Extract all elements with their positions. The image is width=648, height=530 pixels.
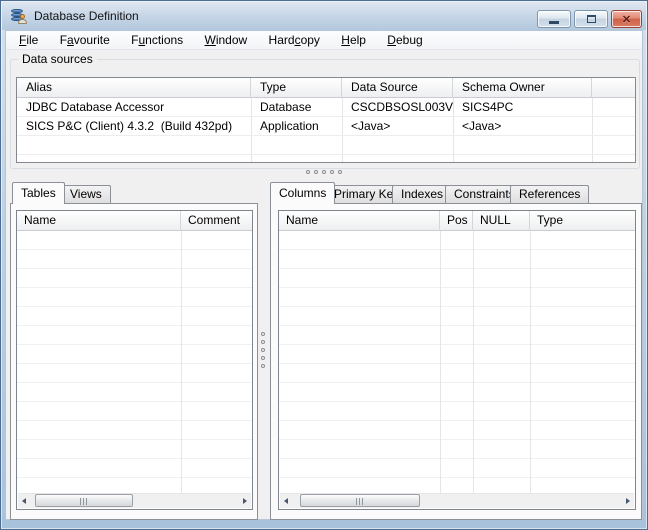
scrollbar-thumb[interactable] [35, 494, 133, 507]
minimize-button[interactable] [537, 10, 571, 28]
horizontal-splitter-handle[interactable] [306, 170, 342, 174]
tables-horizontal-scrollbar[interactable] [18, 493, 251, 508]
cell-data-source: CSCDBSOSL003V [351, 100, 453, 114]
cell-data-source: <Java> [351, 119, 391, 133]
tables-grid: Name Comment [16, 210, 253, 510]
menu-debug[interactable]: Debug [378, 31, 431, 50]
menu-file[interactable]: File [10, 31, 47, 50]
vertical-splitter-handle[interactable] [261, 332, 265, 368]
column-divider [530, 231, 531, 493]
table-row[interactable]: SICS P&C (Client) 4.3.2 (Build 432pd) Ap… [17, 117, 635, 136]
close-icon: ✕ [621, 14, 632, 26]
header-type[interactable]: Type [530, 211, 635, 231]
app-window: Database Definition ✕ File Favourite Fun… [0, 0, 648, 530]
columns-grid-body[interactable] [279, 231, 635, 493]
tables-pane: Name Comment [10, 203, 258, 520]
tab-tables[interactable]: Tables [12, 182, 65, 204]
cell-type: Application [260, 119, 319, 133]
header-comment[interactable]: Comment [181, 211, 252, 231]
data-sources-label: Data sources [18, 52, 97, 66]
client-area: File Favourite Functions Window Hardcopy… [5, 30, 643, 520]
column-divider [181, 231, 182, 493]
cell-type: Database [260, 100, 312, 114]
header-alias[interactable]: Alias [17, 78, 251, 98]
header-name[interactable]: Name [279, 211, 440, 231]
tab-indexes[interactable]: Indexes [392, 185, 453, 203]
scroll-right-button[interactable] [236, 494, 251, 508]
column-divider [473, 231, 474, 493]
columns-pane: Name Pos NULL Type [270, 203, 642, 520]
header-name[interactable]: Name [17, 211, 181, 231]
maximize-button[interactable] [574, 10, 608, 28]
right-arrow-icon [626, 498, 630, 504]
tables-grid-header: Name Comment [17, 211, 252, 231]
tab-columns[interactable]: Columns [270, 182, 336, 204]
header-null[interactable]: NULL [473, 211, 530, 231]
tab-views[interactable]: Views [61, 185, 111, 203]
column-divider [440, 231, 441, 493]
left-arrow-icon [22, 498, 26, 504]
scroll-left-button[interactable] [280, 494, 295, 508]
columns-grid-header: Name Pos NULL Type [279, 211, 635, 231]
menu-window[interactable]: Window [196, 31, 257, 50]
tab-references[interactable]: References [510, 185, 590, 203]
right-arrow-icon [243, 498, 247, 504]
data-sources-table: Alias Type Data Source Schema Owner JDBC… [16, 77, 636, 163]
header-filler [592, 78, 635, 98]
columns-horizontal-scrollbar[interactable] [280, 493, 634, 508]
tables-grid-body[interactable] [17, 231, 252, 493]
cell-alias: JDBC Database Accessor [26, 100, 165, 114]
window-title: Database Definition [34, 9, 139, 23]
menu-favourite[interactable]: Favourite [51, 31, 119, 50]
close-button[interactable]: ✕ [611, 10, 642, 28]
scroll-left-button[interactable] [18, 494, 33, 508]
maximize-icon [587, 15, 596, 23]
thumb-grip-icon [356, 498, 364, 505]
columns-grid: Name Pos NULL Type [278, 210, 636, 510]
menu-bar: File Favourite Functions Window Hardcopy… [6, 31, 642, 50]
header-data-source[interactable]: Data Source [342, 78, 453, 98]
header-type[interactable]: Type [251, 78, 342, 98]
database-user-icon [11, 8, 27, 24]
table-row-empty [17, 136, 635, 155]
table-row[interactable]: JDBC Database Accessor Database CSCDBSOS… [17, 98, 635, 117]
header-pos[interactable]: Pos [440, 211, 473, 231]
left-arrow-icon [284, 498, 288, 504]
cell-schema-owner: <Java> [462, 119, 502, 133]
minimize-icon [549, 21, 559, 24]
title-bar[interactable]: Database Definition ✕ [2, 2, 646, 30]
cell-schema-owner: SICS4PC [462, 100, 514, 114]
menu-hardcopy[interactable]: Hardcopy [260, 31, 329, 50]
table-row-empty [17, 155, 635, 162]
thumb-grip-icon [80, 498, 88, 505]
data-sources-header-row: Alias Type Data Source Schema Owner [17, 78, 635, 98]
scrollbar-thumb[interactable] [300, 494, 420, 507]
menu-help[interactable]: Help [332, 31, 375, 50]
header-schema-owner[interactable]: Schema Owner [453, 78, 592, 98]
menu-functions[interactable]: Functions [122, 31, 192, 50]
cell-alias: SICS P&C (Client) 4.3.2 (Build 432pd) [26, 119, 233, 133]
scroll-right-button[interactable] [619, 494, 634, 508]
